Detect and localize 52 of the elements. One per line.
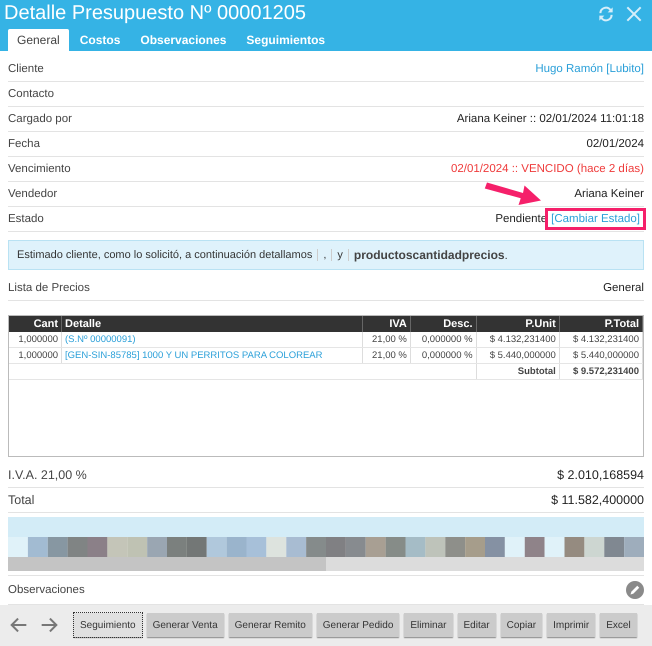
message-banner: Estimado cliente, como lo solicitó, a continuación detallamos , y productoscantidadprecios. <box>8 240 644 270</box>
scrollbar-thumb[interactable] <box>8 556 326 571</box>
column-header: IVA <box>362 316 410 332</box>
action-button[interactable]: Generar Venta <box>146 613 224 638</box>
action-button[interactable]: Generar Remito <box>228 613 312 638</box>
field-label: Fecha <box>8 138 40 150</box>
table-cell: 1,000000 <box>9 347 62 364</box>
action-button[interactable]: Seguimiento <box>74 613 142 638</box>
window-title: Detalle Presupuesto Nº 00001205 <box>4 2 307 26</box>
field-value: 02/01/2024 <box>586 138 644 150</box>
edit-pencil-icon[interactable] <box>626 580 644 599</box>
column-header: Detalle <box>62 316 363 332</box>
action-button[interactable]: Excel <box>600 613 637 638</box>
total-value: $ 2.010,168594 <box>557 468 644 482</box>
table-cell: $ 4.132,231400 <box>476 332 560 348</box>
field-value: Ariana Keiner :: 02/01/2024 11:01:18 <box>456 112 644 125</box>
field-label: Vencimiento <box>8 162 71 175</box>
field-label: Estado <box>8 212 44 225</box>
table-cell: $ 5.440,000000 <box>559 347 642 364</box>
column-header: P.Total <box>559 316 642 332</box>
scrollbar-track[interactable] <box>8 556 644 571</box>
total-label: I.V.A. 21,00 % <box>8 468 87 482</box>
field-label: Lista de Precios <box>8 282 90 294</box>
total-label: Total <box>8 492 34 507</box>
column-header: P.Unit <box>476 316 560 332</box>
table-cell: 0,000000 % <box>410 347 476 364</box>
action-button[interactable]: Imprimir <box>547 613 596 638</box>
field-label: Observaciones <box>8 584 85 596</box>
tab[interactable]: General <box>8 28 69 51</box>
table-cell: 1,000000 <box>9 332 62 348</box>
field-value: Ariana Keiner <box>574 188 644 200</box>
subtotal-label: Subtotal <box>476 363 560 380</box>
table-cell: $ 4.132,231400 <box>559 332 642 348</box>
field-value: Pendiente <box>495 212 548 225</box>
column-header: Desc. <box>410 316 476 332</box>
action-button[interactable]: Editar <box>458 613 496 638</box>
action-button[interactable]: Generar Pedido <box>316 613 400 638</box>
table-cell: 21,00 % <box>362 347 410 364</box>
table-cell: 21,00 % <box>362 332 410 348</box>
column-header: Cant <box>9 316 62 332</box>
table-cell: $ 5.440,000000 <box>476 347 560 364</box>
field-label: Contacto <box>8 88 54 100</box>
total-value: $ 11.582,400000 <box>551 492 644 507</box>
field-value: 02/01/2024 :: VENCIDO (hace 2 días) <box>450 162 644 175</box>
field-label: Vendedor <box>8 188 58 200</box>
field-label: Cliente <box>8 62 44 75</box>
action-button[interactable]: Copiar <box>500 613 542 638</box>
field-value: General <box>603 282 644 294</box>
field-label: Cargado por <box>8 112 72 125</box>
table-cell: 0,000000 % <box>410 332 476 348</box>
action-button[interactable]: Eliminar <box>404 613 453 638</box>
subtotal-value: $ 9.572,231400 <box>559 363 642 380</box>
